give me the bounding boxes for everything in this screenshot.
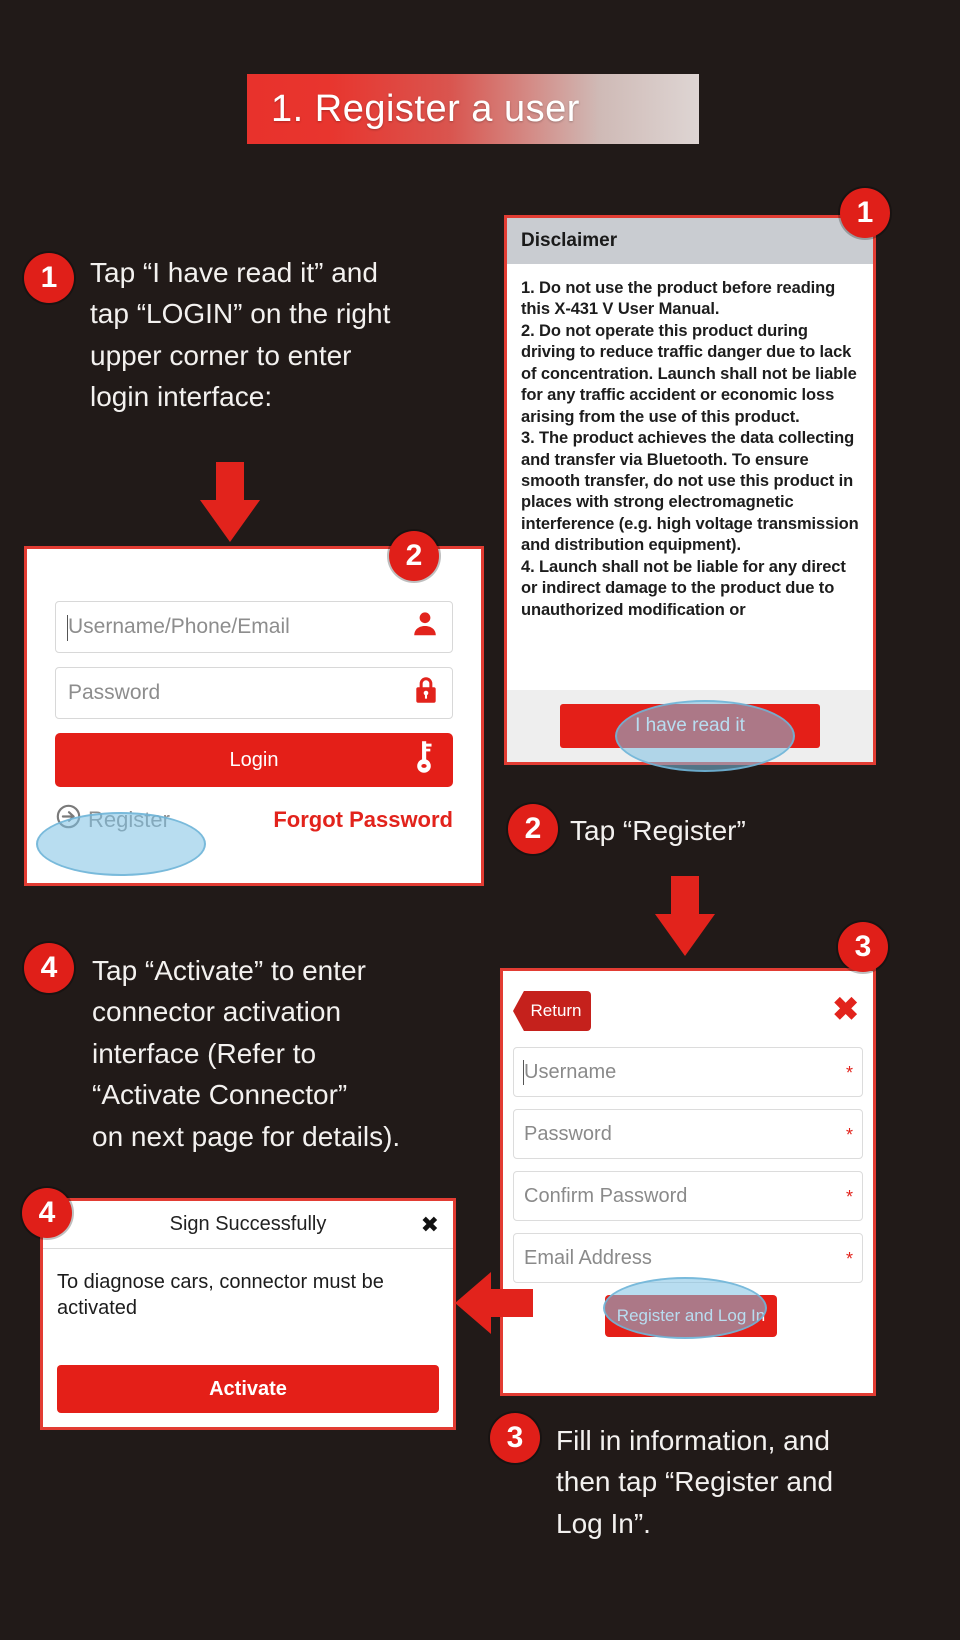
sign-dialog-title: Sign Successfully	[169, 1213, 327, 1235]
register-email-input[interactable]: Email Address *	[513, 1233, 863, 1283]
disclaimer-dialog: Disclaimer 1. Do not use the product bef…	[504, 215, 876, 765]
key-icon	[411, 740, 437, 780]
disclaimer-footer: I have read it	[507, 690, 873, 762]
login-screen: Username/Phone/Email Password Login Regi…	[24, 546, 484, 886]
marker-badge-4: 4	[22, 1188, 72, 1238]
arrow-down-icon	[200, 462, 260, 542]
sign-dialog-message: To diagnose cars, connector must be acti…	[57, 1271, 384, 1319]
register-username-input[interactable]: Username *	[513, 1047, 863, 1097]
close-x-icon[interactable]: ✖	[832, 993, 859, 1025]
required-asterisk: *	[845, 1125, 853, 1145]
marker-badge-2: 2	[389, 531, 439, 581]
arrow-circle-right-icon	[55, 803, 82, 836]
sign-dialog-header: Sign Successfully ✖	[43, 1201, 453, 1249]
arrow-left-icon	[455, 1272, 533, 1334]
step-4-instruction: Tap “Activate” to enter connector activa…	[92, 955, 401, 1152]
required-asterisk: *	[845, 1249, 853, 1269]
activate-button[interactable]: Activate	[57, 1365, 439, 1413]
register-confirm-password-placeholder: Confirm Password	[524, 1184, 688, 1207]
forgot-password-link[interactable]: Forgot Password	[273, 807, 453, 833]
disclaimer-title: Disclaimer	[507, 218, 873, 264]
lock-icon	[412, 675, 440, 711]
login-links-row: Register Forgot Password	[55, 803, 453, 836]
i-have-read-it-button[interactable]: I have read it	[560, 704, 820, 748]
required-asterisk: *	[845, 1063, 853, 1083]
register-email-placeholder: Email Address	[524, 1246, 652, 1269]
login-button-label: Login	[229, 748, 279, 771]
marker-badge-1: 1	[840, 188, 890, 238]
register-link-label: Register	[88, 806, 170, 832]
text-caret	[523, 1060, 524, 1085]
password-placeholder: Password	[68, 681, 161, 704]
username-placeholder: Username/Phone/Email	[68, 615, 290, 638]
register-and-log-in-button[interactable]: Register and Log In	[605, 1295, 777, 1337]
required-asterisk: *	[845, 1187, 853, 1207]
register-password-input[interactable]: Password *	[513, 1109, 863, 1159]
arrow-down-icon-2	[655, 876, 715, 956]
register-link[interactable]: Register	[55, 803, 170, 836]
sign-successfully-dialog: Sign Successfully ✖ To diagnose cars, co…	[40, 1198, 456, 1430]
page-title: 1. Register a user	[271, 87, 580, 130]
password-input[interactable]: Password	[55, 667, 453, 719]
close-bowtie-icon[interactable]: ✖	[421, 1212, 439, 1238]
disclaimer-body-text: 1. Do not use the product before reading…	[521, 279, 859, 619]
register-username-placeholder: Username	[524, 1060, 617, 1083]
marker-badge-3: 3	[838, 922, 888, 972]
step-badge-3: 3	[490, 1413, 540, 1463]
step-3-instruction: Fill in information, and then tap “Regis…	[556, 1425, 834, 1539]
step-2-instruction: Tap “Register”	[570, 815, 746, 846]
return-button[interactable]: Return	[513, 991, 591, 1031]
step-1-instruction: Tap “I have read it” and tap “LOGIN” on …	[90, 257, 391, 413]
step-badge-4: 4	[24, 943, 74, 993]
register-password-placeholder: Password	[524, 1122, 612, 1145]
register-confirm-password-input[interactable]: Confirm Password *	[513, 1171, 863, 1221]
register-screen: Return ✖ Username * Password * Confirm P…	[500, 968, 876, 1396]
username-input[interactable]: Username/Phone/Email	[55, 601, 453, 653]
login-button[interactable]: Login	[55, 733, 453, 787]
page-title-banner: 1. Register a user	[247, 74, 699, 144]
person-icon	[410, 609, 440, 645]
step-badge-2: 2	[508, 804, 558, 854]
text-caret	[67, 615, 68, 641]
step-badge-1: 1	[24, 253, 74, 303]
